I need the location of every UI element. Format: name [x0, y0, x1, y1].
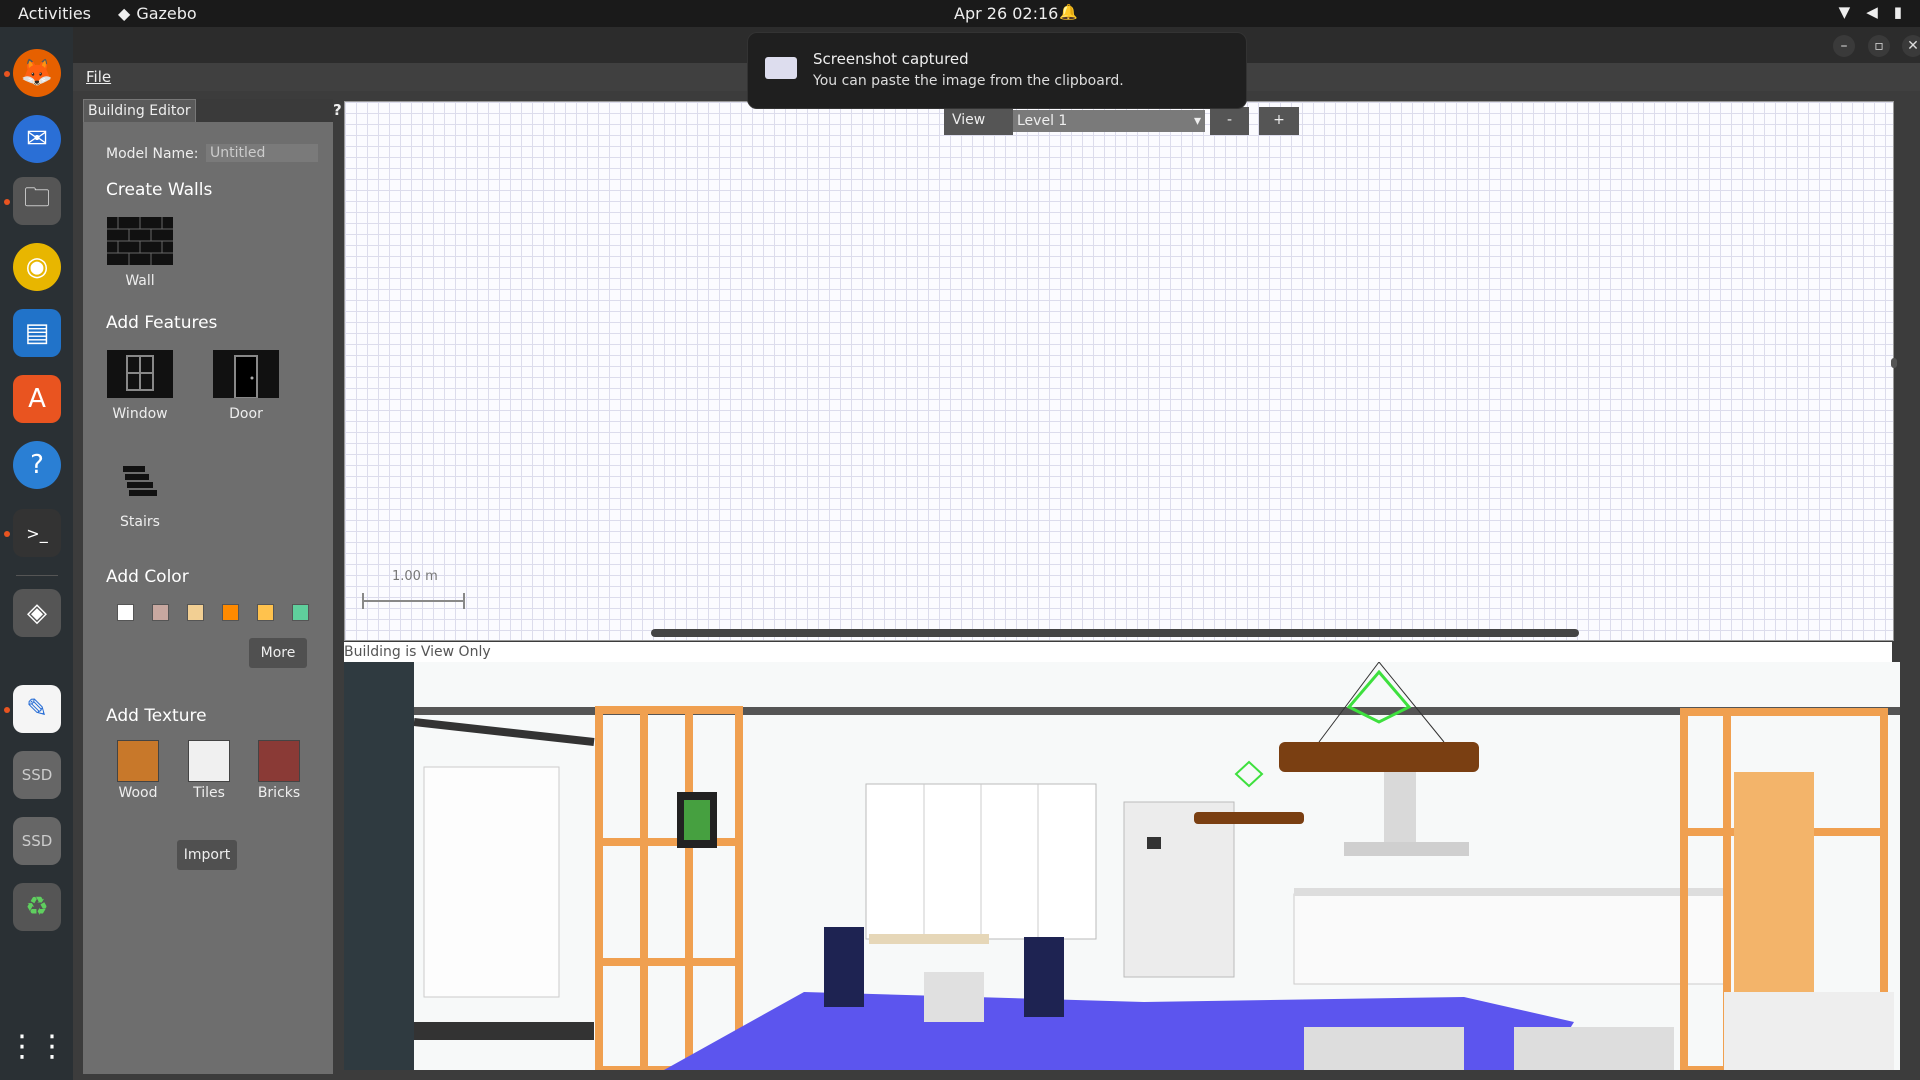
trash-icon[interactable]: ♻ [13, 883, 61, 931]
wood-label: Wood [118, 785, 158, 801]
color-swatch-rose[interactable] [152, 604, 169, 621]
door-label: Door [229, 406, 263, 422]
rhythmbox-icon[interactable]: ◉ [13, 243, 61, 291]
writer-icon[interactable]: ▤ [13, 309, 61, 357]
bell-icon: 🔔 [1059, 3, 1078, 21]
stairs-tool[interactable]: Stairs [100, 458, 180, 530]
2d-editor-canvas[interactable] [344, 101, 1894, 641]
wall-tool[interactable]: Wall [100, 217, 180, 289]
color-swatch-green[interactable] [292, 604, 309, 621]
tiles-label: Tiles [193, 785, 225, 801]
window-tool[interactable]: Window [100, 350, 180, 422]
texture-wood[interactable]: Wood [108, 740, 168, 801]
add-features-heading: Add Features [106, 313, 218, 333]
ssd-drive-icon[interactable]: SSD [13, 817, 61, 865]
thunderbird-icon[interactable]: ✉ [13, 115, 61, 163]
files-icon[interactable]: 🗀 [13, 177, 61, 225]
window-label: Window [112, 406, 168, 422]
model-name-label: Model Name: [106, 146, 199, 162]
texture-tiles[interactable]: Tiles [179, 740, 239, 801]
color-swatch-yellow[interactable] [257, 604, 274, 621]
horizontal-scrollbar[interactable] [651, 629, 1579, 637]
help-icon[interactable]: ? [13, 441, 61, 489]
app-name: Gazebo [136, 4, 197, 23]
view-button[interactable]: View [944, 107, 1013, 135]
color-swatch-orange[interactable] [222, 604, 239, 621]
wall-label: Wall [125, 273, 155, 289]
bricks-label: Bricks [257, 785, 301, 801]
maximize-icon[interactable]: ▫ [1868, 35, 1890, 57]
stairs-icon [123, 466, 157, 496]
import-button[interactable]: Import [177, 840, 237, 870]
add-texture-heading: Add Texture [106, 706, 207, 726]
wifi-icon: ▼ [1838, 3, 1851, 21]
bricks-texture-swatch [258, 740, 300, 782]
battery-icon: ▮ [1893, 3, 1902, 21]
firefox-icon[interactable]: 🦊 [13, 49, 61, 97]
panel-body: Model Name: Create Walls Wall Add Featur… [83, 122, 333, 1074]
activities-button[interactable]: Activities [18, 4, 91, 23]
color-swatch-beige[interactable] [187, 604, 204, 621]
tab-building-editor[interactable]: Building Editor [83, 99, 196, 123]
building-editor-panel: Building Editor ? Model Name: Create Wal… [83, 99, 342, 1074]
3d-scene [344, 662, 1900, 1070]
door-icon [213, 350, 279, 399]
running-indicator [4, 71, 10, 77]
scale-label: 1.00 m [392, 569, 438, 584]
tiles-texture-swatch [188, 740, 230, 782]
app-menu[interactable]: ◆ Gazebo [118, 4, 197, 23]
show-apps-icon[interactable]: ⋮⋮ [7, 1022, 67, 1070]
dock: 🦊 ✉ 🗀 ◉ ▤ A ? >_ ◈ ✎ SSD SSD ♻ ⋮⋮ [0, 27, 73, 1080]
color-swatch-white[interactable] [117, 604, 134, 621]
more-colors-button[interactable]: More [249, 638, 307, 668]
menu-file[interactable]: File [86, 68, 111, 86]
chevron-down-icon: ▾ [1193, 113, 1201, 129]
wall-icon [107, 217, 173, 265]
system-tray[interactable]: ▼ ◀ ▮ [1839, 3, 1902, 21]
software-icon[interactable]: A [13, 375, 61, 423]
3d-preview[interactable] [344, 662, 1900, 1070]
window-icon [107, 350, 173, 398]
notification[interactable]: Screenshot captured You can paste the im… [747, 32, 1247, 109]
vertical-scrollbar[interactable] [1891, 358, 1897, 368]
level-add-button[interactable]: + [1259, 107, 1299, 135]
terminal-icon[interactable]: >_ [13, 509, 61, 557]
notification-title: Screenshot captured [813, 50, 969, 68]
running-indicator [4, 199, 10, 205]
level-select[interactable]: Level 1 ▾ [1013, 110, 1205, 132]
ssd-drive-icon[interactable]: SSD [13, 751, 61, 799]
status-text: Building is View Only [344, 644, 491, 660]
gazebo-app-icon: ◆ [118, 4, 131, 23]
scale-tick [362, 593, 364, 609]
screenshot-icon [765, 57, 797, 79]
add-color-heading: Add Color [106, 567, 189, 587]
dock-separator [16, 575, 58, 576]
level-remove-button[interactable]: - [1210, 107, 1249, 135]
close-icon[interactable]: ✕ [1902, 35, 1920, 57]
texture-bricks[interactable]: Bricks [249, 740, 309, 801]
status-bar: Building is View Only [344, 642, 1892, 662]
scale-line [362, 600, 464, 602]
model-name-input[interactable] [206, 144, 318, 162]
notification-body: You can paste the image from the clipboa… [813, 73, 1124, 89]
running-indicator [4, 707, 10, 713]
gazebo-icon[interactable]: ◈ [13, 589, 61, 637]
volume-icon: ◀ [1866, 3, 1878, 21]
clock[interactable]: Apr 26 02:16 [954, 4, 1058, 23]
help-button[interactable]: ? [333, 101, 342, 119]
door-tool[interactable]: Door [206, 350, 286, 422]
minimize-icon[interactable]: – [1833, 35, 1855, 57]
stairs-label: Stairs [120, 514, 160, 530]
text-editor-icon[interactable]: ✎ [13, 685, 61, 733]
top-bar: Activities ◆ Gazebo Apr 26 02:16 🔔 ▼ ◀ ▮ [0, 0, 1920, 27]
scale-tick [463, 593, 465, 609]
wood-texture-swatch [117, 740, 159, 782]
create-walls-heading: Create Walls [106, 180, 213, 200]
running-indicator [4, 531, 10, 537]
